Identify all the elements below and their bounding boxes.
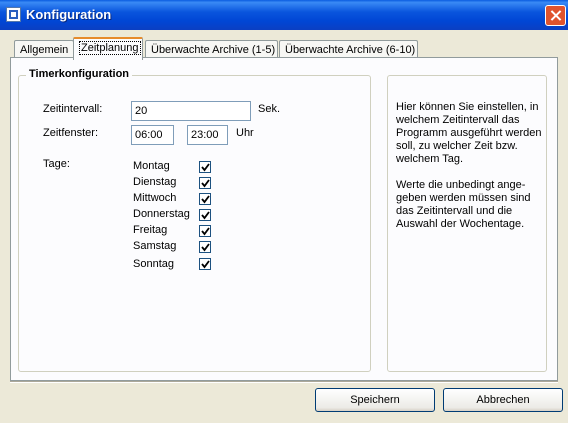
checkbox-mittwoch[interactable] [199, 193, 211, 205]
tab-label: Überwachte Archive (1-5) [151, 44, 276, 56]
window-label: Zeitfenster: [43, 127, 99, 139]
checkmark-icon [201, 195, 210, 204]
tab-label: Überwachte Archive (6-10) [285, 44, 416, 56]
checkbox-sonntag[interactable] [199, 258, 211, 270]
cancel-button[interactable]: Abbrechen [443, 388, 563, 412]
checkbox-montag[interactable] [199, 161, 211, 173]
checkmark-icon [201, 227, 210, 236]
window-to-input[interactable]: 23:00 [187, 125, 228, 145]
help-paragraph-2: Werte die unbedingt ange-geben werden mü… [396, 179, 531, 230]
day-label-samstag: Samstag [133, 240, 177, 252]
checkmark-icon [201, 179, 210, 188]
title-bar: Konfiguration [0, 0, 568, 30]
tab-zeitplanung[interactable]: Zeitplanung [73, 37, 143, 60]
day-label-sonntag: Sonntag [133, 258, 174, 270]
help-text: Hier können Sie einstellen, in welchem Z… [396, 101, 542, 244]
day-label-freitag: Freitag [133, 224, 168, 236]
help-paragraph-1: Hier können Sie einstellen, in welchem Z… [396, 101, 542, 165]
day-label-mittwoch: Mittwoch [133, 192, 177, 204]
window-title: Konfiguration [26, 7, 112, 22]
tab-allgemein[interactable]: Allgemein [14, 40, 74, 58]
checkbox-freitag[interactable] [199, 225, 211, 237]
tab-archive-1-5[interactable]: Überwachte Archive (1-5) [145, 40, 278, 58]
checkbox-samstag[interactable] [199, 241, 211, 253]
day-label-montag: Montag [133, 160, 170, 172]
close-button[interactable] [545, 5, 566, 26]
days-label: Tage: [43, 158, 70, 170]
window-unit: Uhr [236, 127, 254, 139]
group-title: Timerkonfiguration [26, 68, 133, 80]
checkmark-icon [201, 211, 210, 220]
tab-label: Zeitplanung [79, 41, 141, 55]
checkmark-icon [201, 163, 210, 172]
interval-unit: Sek. [258, 103, 281, 115]
tab-label: Allgemein [20, 44, 69, 56]
window-from-input[interactable]: 06:00 [131, 125, 174, 145]
day-label-donnerstag: Donnerstag [133, 208, 190, 220]
tab-archive-6-10[interactable]: Überwachte Archive (6-10) [279, 40, 418, 58]
checkmark-icon [201, 260, 210, 269]
interval-label: Zeitintervall: [43, 103, 103, 115]
checkbox-dienstag[interactable] [199, 177, 211, 189]
interval-input[interactable]: 20 [131, 101, 251, 121]
divider [10, 381, 558, 383]
checkmark-icon [201, 243, 210, 252]
save-button[interactable]: Speichern [315, 388, 435, 412]
app-icon [6, 7, 21, 22]
day-label-dienstag: Dienstag [133, 176, 177, 188]
checkbox-donnerstag[interactable] [199, 209, 211, 221]
